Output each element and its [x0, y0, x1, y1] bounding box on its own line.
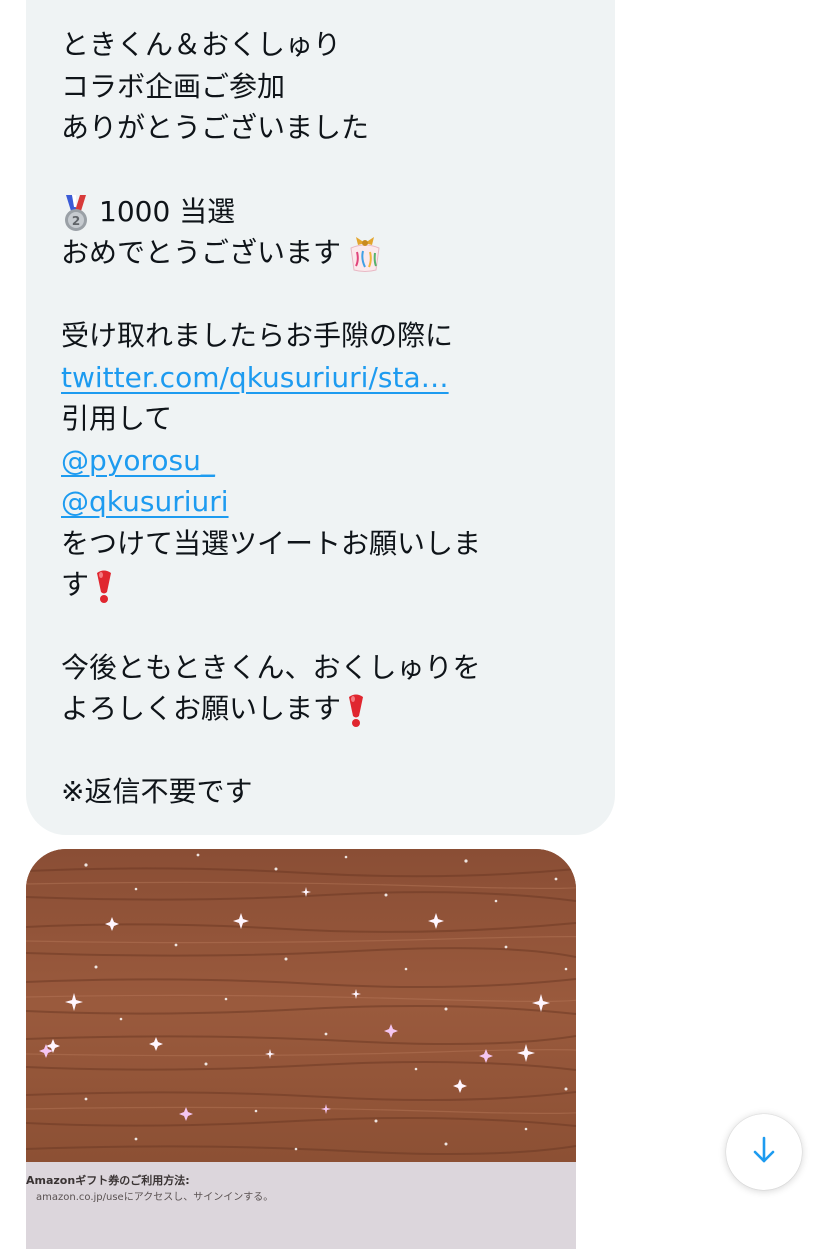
second-place-medal-icon: 2: [61, 193, 91, 233]
message-line: 受け取れましたらお手隙の際に: [61, 319, 454, 352]
gift-card-photo[interactable]: Amazonギフト券のご利用方法: amazon.co.jp/useにアクセスし…: [26, 849, 576, 1249]
gift-card-step: amazon.co.jp/useにアクセスし、サインインする。: [36, 1192, 274, 1203]
regards-text: よろしくお願いします: [61, 692, 342, 725]
gift-card-instructions: Amazonギフト券のご利用方法: amazon.co.jp/useにアクセスし…: [26, 1162, 576, 1249]
arrow-down-icon: [751, 1135, 777, 1169]
message-line-congrats: おめでとうございます: [61, 233, 385, 274]
message-line-end: す: [61, 565, 115, 605]
red-exclamation-icon: [345, 691, 367, 729]
message-line: 引用して: [61, 402, 173, 435]
sentence-end-text: す: [61, 568, 90, 601]
wood-table-texture: [26, 849, 576, 1162]
message-line: をつけて当選ツイートお願いしま: [61, 527, 482, 560]
gift-card-title: Amazonギフト券のご利用方法:: [26, 1174, 190, 1187]
message-line: 今後ともときくん、おくしゅりを: [61, 651, 481, 684]
congrats-text: おめでとうございます: [61, 236, 342, 269]
red-exclamation-icon: [93, 567, 115, 605]
scroll-to-bottom-button[interactable]: [726, 1114, 802, 1190]
svg-text:2: 2: [72, 214, 80, 228]
message-line: コラボ企画ご参加: [61, 70, 286, 103]
mention-link-qkusuriuri[interactable]: @qkusuriuri: [61, 482, 229, 522]
confetti-ball-icon: [345, 234, 385, 274]
tweet-link[interactable]: twitter.com/qkusuriuri/sta…: [61, 358, 449, 398]
message-line-regards: よろしくお願いします: [61, 689, 367, 729]
message-line: ありがとうございました: [61, 111, 370, 144]
message-line: ※返信不要です: [61, 775, 253, 808]
prize-text: 1000 当選: [99, 195, 236, 228]
mention-link-pyorosu[interactable]: @pyorosu_: [61, 441, 215, 481]
message-line-prize: 2 1000 当選: [61, 192, 235, 233]
message-line: ときくん＆おくしゅり: [61, 28, 342, 61]
